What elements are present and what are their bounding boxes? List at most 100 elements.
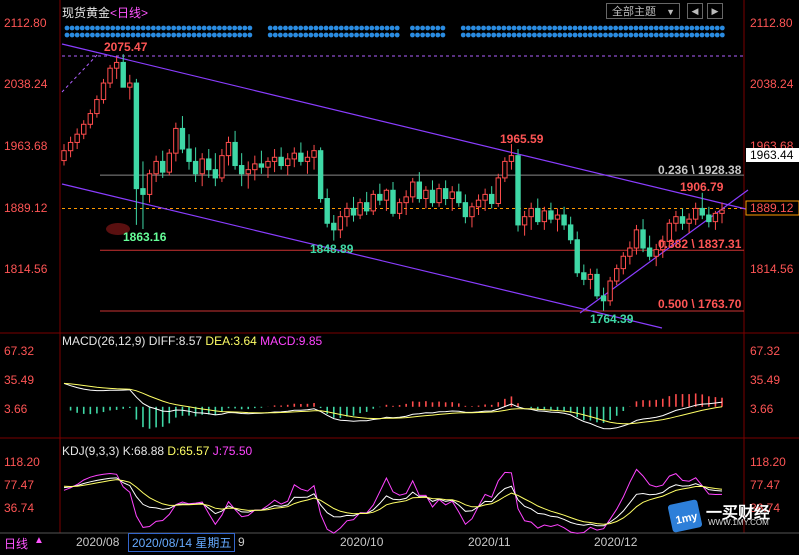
channel-upper-line [61,43,751,211]
next-button[interactable]: ▶ [707,3,723,19]
marker-dot [344,25,349,31]
marker-dot [542,25,547,31]
candle-body [331,222,337,231]
instrument-name: 现货黄金 [62,6,111,20]
bottom-up-arrow[interactable]: ▲ [34,535,44,546]
low2-annotation: 1848.89 [310,242,354,256]
candle-body [232,141,238,167]
marker-dot [95,25,100,31]
marker-dot [664,25,669,31]
period-label[interactable]: <日线> [110,6,148,20]
marker-dot [288,25,293,31]
marker-dot [694,32,700,38]
marker-dot [298,25,304,31]
marker-dot [323,25,329,31]
marker-dot [542,32,547,38]
marker-dot [125,32,131,38]
candle-body [475,199,482,208]
marker-dot [608,25,613,31]
bottom-period[interactable]: 日线 [4,535,28,552]
marker-dot [181,32,187,38]
marker-dot [460,25,466,31]
marker-dot [201,32,207,38]
marker-dot [201,25,207,31]
marker-dot [384,32,390,38]
candle-body [206,158,212,171]
marker-dot [328,32,334,38]
candle-body [127,82,133,88]
macd-dea: DEA:3.64 [205,334,257,348]
candle-body [528,207,534,218]
y-tick-right: 1814.56 [750,262,794,276]
marker-dot [420,25,425,31]
marker-dot [699,32,705,38]
marker-dot [618,25,624,31]
marker-dot [333,32,339,38]
candle-body [94,99,100,115]
marker-dot [196,32,202,38]
marker-dot [288,32,293,38]
marker-dot [267,32,273,38]
marker-dot [227,32,232,38]
marker-dot [166,32,172,38]
marker-dot [140,32,146,38]
marker-dot [415,32,420,38]
marker-dot [537,32,542,38]
kdj-k-line [63,477,723,527]
candle-body [67,141,74,152]
candle-body [166,152,172,173]
marker-dot [237,32,243,38]
marker-dot [674,32,679,38]
candle-body [291,152,298,160]
marker-dot [653,25,659,31]
marker-dot [704,25,710,31]
marker-dot [587,25,593,31]
marker-dot [349,32,354,38]
candle-body [100,82,107,101]
theme-selector[interactable]: 全部主题 ▼ [606,3,680,19]
candle-body [594,273,600,297]
marker-dot [669,25,674,31]
marker-dot [130,25,136,31]
marker-dot [435,32,441,38]
candle-body [186,148,192,162]
marker-dot [313,32,319,38]
candle-body [614,268,620,282]
partial-month-label: 9 [238,535,245,549]
marker-dot [511,25,517,31]
candle-body [541,210,548,223]
marker-dot [308,32,314,38]
peak2-annotation: 1965.59 [500,132,544,146]
marker-dot [217,25,222,31]
marker-dot [562,25,568,31]
marker-dot [344,32,349,38]
marker-dot [69,32,75,38]
candle-body [561,214,567,226]
candle-body [508,155,515,162]
marker-dot [592,32,598,38]
marker-dot [277,25,283,31]
macd-layer [63,382,723,430]
prev-button[interactable]: ◀ [687,3,703,19]
marker-dot [171,25,177,31]
marker-dot [364,25,370,31]
macd-value: MACD:9.85 [260,334,323,348]
candle-body [574,239,580,274]
marker-dot [547,32,552,38]
marker-dot [537,25,542,31]
marker-dot [161,32,166,38]
marker-dot [100,32,105,38]
marker-dot [430,32,436,38]
candle-body [567,224,574,241]
marker-dot [293,25,298,31]
marker-dot [709,32,715,38]
marker-dot [145,32,151,38]
candle-body [238,165,245,175]
candle-body [502,160,508,179]
marker-dot [150,32,156,38]
marker-dot [496,32,502,38]
marker-dot [206,25,212,31]
chart-canvas[interactable]: 2112.80 2112.80 2038.24 2038.24 1963.68 1963.… [0,0,799,550]
marker-dot [313,25,319,31]
marker-dot [156,32,161,38]
